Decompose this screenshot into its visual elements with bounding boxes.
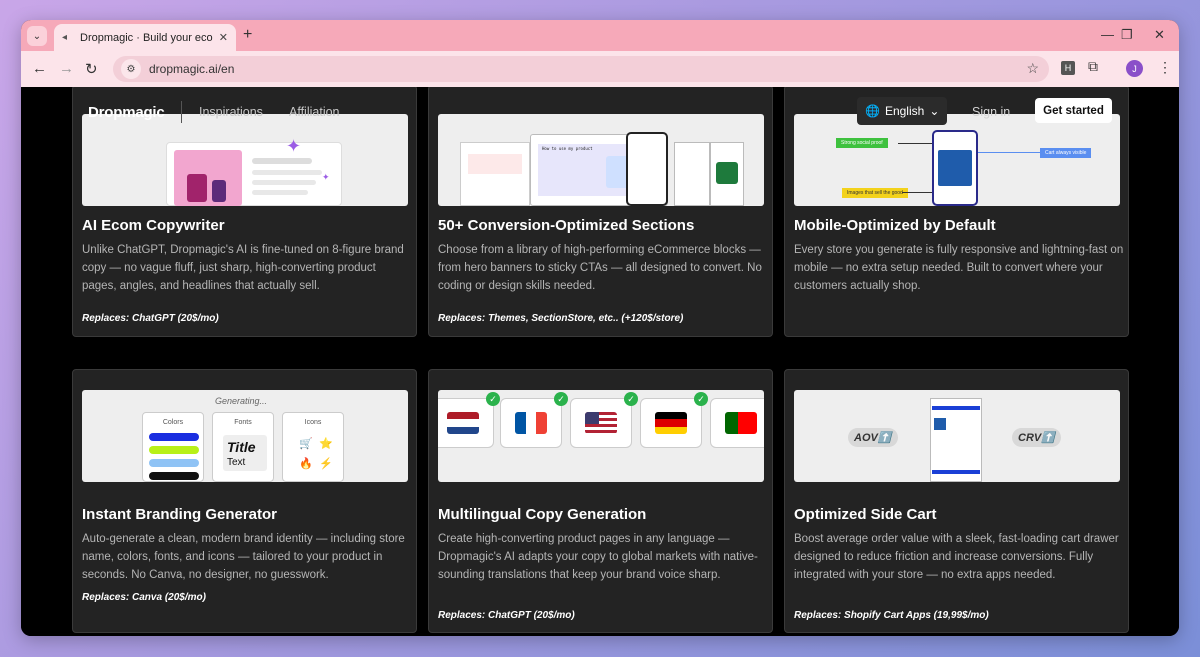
card-title: Multilingual Copy Generation [438,506,647,523]
tab-search-button[interactable]: ⌄ [27,26,47,46]
branding-illustration: Generating... Colors Fonts Title Text Ic… [82,390,408,482]
star-icon: ⭐ [319,438,333,450]
address-bar[interactable]: ⚙ dropmagic.ai/en ☆ [113,56,1049,82]
speaker-icon: ◂ [62,32,68,43]
fonts-panel: Fonts Title Text [212,412,274,482]
color-swatch [149,472,199,480]
color-swatch [149,433,199,441]
toolbar: ← → ↻ ⚙ dropmagic.ai/en ☆ H ⧉ J ⋮ [21,51,1179,87]
card-description: Create high-converting product pages in … [438,533,758,581]
card-title: AI Ecom Copywriter [82,217,225,234]
sections-heading: How to use my product [542,146,593,151]
globe-icon: 🌐 [865,104,880,118]
card-description: Unlike ChatGPT, Dropmagic's AI is fine-t… [82,244,404,292]
feature-card-branding: Generating... Colors Fonts Title Text Ic… [72,369,417,633]
nav-inspirations[interactable]: Inspirations [199,105,263,119]
chevron-down-icon: ⌄ [929,104,940,118]
close-icon[interactable]: ✕ [219,31,228,44]
tag-cart-visible: Cart always visible [1040,148,1092,158]
card-replaces: Replaces: Shopify Cart Apps (19,99$/mo) [794,610,989,621]
feature-card-sections: How to use my product 50+ Conversion-Opt… [428,87,773,337]
tab-title: Dropmagic · Build your ecommerce [80,31,213,44]
card-title: Mobile-Optimized by Default [794,217,996,234]
profile-avatar[interactable]: J [1126,60,1143,77]
new-tab-button[interactable]: + [243,26,252,44]
flag-france: ✓ [500,392,568,448]
language-label: English [884,104,925,118]
more-menu-icon[interactable]: ⋮ [1158,59,1172,76]
feature-card-mobile: Strong social proof Cart always visible … [784,87,1129,337]
card-description: Every store you generate is fully respon… [794,244,1124,292]
nav-affiliation[interactable]: Affiliation [289,105,340,119]
check-icon: ✓ [624,392,638,406]
language-selector[interactable]: 🌐 English ⌄ [857,97,947,125]
card-replaces: Replaces: ChatGPT (20$/mo) [438,610,575,621]
back-icon[interactable]: ← [32,60,47,77]
generating-label: Generating... [215,396,268,406]
page-content: ✦ ✦ AI Ecom Copywriter Unlike ChatGPT, D… [21,87,1179,636]
url-text: dropmagic.ai/en [149,62,235,76]
card-replaces: Replaces: Canva (20$/mo) [82,592,206,603]
close-window-icon[interactable]: ✕ [1154,27,1165,43]
icons-panel: Icons 🛒 ⭐ 🔥 ⚡ [282,412,344,482]
active-tab[interactable]: ◂ Dropmagic · Build your ecommerce ✕ [54,24,236,51]
header-divider [181,101,182,123]
card-title: 50+ Conversion-Optimized Sections [438,217,695,234]
tag-social-proof: Strong social proof [836,138,888,148]
extension-icon[interactable]: H [1061,61,1075,75]
bookmark-star-icon[interactable]: ☆ [1026,60,1039,77]
lightning-icon: ⚡ [319,458,333,470]
card-description: Boost average order value with a sleek, … [794,533,1119,581]
color-swatch [149,446,199,454]
card-description: Auto-generate a clean, modern brand iden… [82,533,405,581]
check-icon: ✓ [486,392,500,406]
check-icon: ✓ [694,392,708,406]
feature-card-side-cart: AOV⬆️ CRV⬆️ Optimized Side Cart Boost av… [784,369,1129,633]
browser-window: ⌄ ◂ Dropmagic · Build your ecommerce ✕ +… [21,20,1179,636]
cart-icon: 🛒 [299,438,313,450]
color-swatch [149,459,199,467]
flag-portugal [710,398,764,448]
check-icon: ✓ [554,392,568,406]
reload-icon[interactable]: ↻ [85,60,98,78]
flag-usa: ✓ [570,392,638,448]
tab-strip: ⌄ ◂ Dropmagic · Build your ecommerce ✕ +… [21,20,1179,51]
mobile-illustration: Strong social proof Cart always visible … [794,114,1120,206]
flag-netherlands: ✓ [438,392,500,448]
card-description: Choose from a library of high-performing… [438,244,762,292]
sparkle-icon: ✦ [322,172,330,182]
sparkle-icon: ✦ [286,136,302,156]
sections-illustration: How to use my product [438,114,764,206]
forward-icon[interactable]: → [59,60,74,77]
crv-pill: CRV⬆️ [1012,428,1061,447]
site-logo[interactable]: Dropmagic [88,104,165,121]
side-cart-illustration: AOV⬆️ CRV⬆️ [794,390,1120,482]
fire-icon: 🔥 [299,458,313,470]
multilingual-illustration: ✓ ✓ ✓ ✓ [438,390,764,482]
extensions-puzzle-icon[interactable]: ⧉ [1088,58,1098,75]
card-title: Optimized Side Cart [794,506,937,523]
feature-card-copywriter: ✦ ✦ AI Ecom Copywriter Unlike ChatGPT, D… [72,87,417,337]
copywriter-illustration: ✦ ✦ [82,114,408,206]
card-title: Instant Branding Generator [82,506,278,523]
feature-card-multilingual: ✓ ✓ ✓ ✓ Multilingual Copy Generation Cre… [428,369,773,633]
restore-icon[interactable]: ❐ [1121,27,1133,43]
get-started-button[interactable]: Get started [1035,98,1112,123]
card-replaces: Replaces: Themes, SectionStore, etc.. (+… [438,313,684,324]
aov-pill: AOV⬆️ [848,428,898,447]
chevron-down-icon: ⌄ [32,30,42,42]
flag-germany: ✓ [640,392,708,448]
sign-in-link[interactable]: Sign in [972,105,1010,119]
card-replaces: Replaces: ChatGPT (20$/mo) [82,313,219,324]
site-info-icon[interactable]: ⚙ [121,59,141,79]
colors-panel: Colors [142,412,204,482]
tag-images: Images that sell the good [842,188,908,198]
minimize-icon[interactable]: — [1101,27,1114,42]
